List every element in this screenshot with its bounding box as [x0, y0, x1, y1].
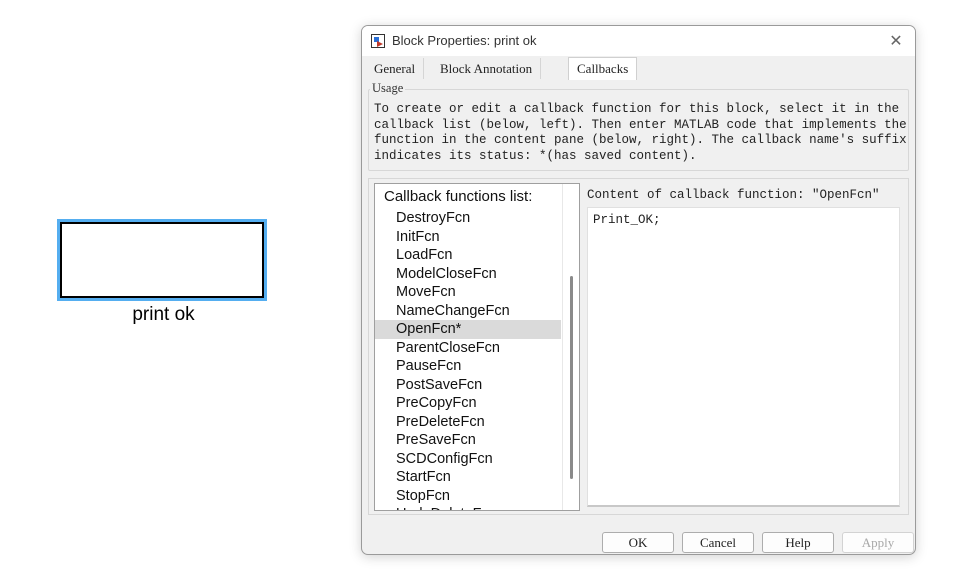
callback-content-editor[interactable]: Print_OK; [587, 207, 900, 507]
tab-general[interactable]: General [366, 58, 425, 79]
tab-callbacks[interactable]: Callbacks [568, 57, 638, 80]
callback-list-item[interactable]: DestroyFcn [375, 209, 561, 228]
close-icon[interactable]: ✕ [885, 30, 907, 52]
callback-list-item[interactable]: PreSaveFcn [375, 431, 561, 450]
callback-list-item[interactable]: LoadFcn [375, 246, 561, 265]
usage-legend: Usage [370, 81, 406, 96]
apply-button[interactable]: Apply [842, 532, 914, 553]
title-bar[interactable]: Block Properties: print ok ✕ [362, 26, 915, 56]
usage-description: To create or edit a callback function fo… [374, 102, 907, 163]
callback-list-item[interactable]: ParentCloseFcn [375, 339, 561, 358]
callback-list-header: Callback functions list: [384, 188, 533, 205]
block-name-label[interactable]: print ok [60, 304, 267, 326]
tab-block-annotation[interactable]: Block Annotation [432, 58, 542, 79]
callback-list-item[interactable]: PreDeleteFcn [375, 413, 561, 432]
dialog-title: Block Properties: print ok [392, 33, 537, 48]
content-pane-label: Content of callback function: "OpenFcn" [587, 188, 880, 202]
callback-list-item[interactable]: PauseFcn [375, 357, 561, 376]
callback-list-item[interactable]: OpenFcn* [375, 320, 561, 339]
callback-list-item[interactable]: MoveFcn [375, 283, 561, 302]
list-scrollbar[interactable] [562, 184, 579, 510]
callback-list-item[interactable]: UndoDeleteFcn [375, 505, 561, 510]
callback-list-item[interactable]: InitFcn [375, 228, 561, 247]
scrollbar-thumb[interactable] [570, 276, 573, 479]
callback-list-items: DestroyFcn InitFcn LoadFcn ModelCloseFcn Mov… [375, 209, 561, 510]
callback-code[interactable]: Print_OK; [593, 213, 661, 227]
callback-list-item[interactable]: ModelCloseFcn [375, 265, 561, 284]
simulink-app-icon [371, 34, 385, 48]
callback-list-item[interactable]: NameChangeFcn [375, 302, 561, 321]
callback-list-item[interactable]: StopFcn [375, 487, 561, 506]
help-button[interactable]: Help [762, 532, 834, 553]
callback-list-item[interactable]: StartFcn [375, 468, 561, 487]
callback-list-item[interactable]: SCDConfigFcn [375, 450, 561, 469]
callback-functions-list[interactable]: DestroyFcn InitFcn LoadFcn ModelCloseFcn Mov… [374, 183, 580, 511]
callback-list-item[interactable]: PostSaveFcn [375, 376, 561, 395]
block-properties-dialog: Block Properties: print ok ✕ General Blo… [361, 25, 916, 555]
callback-list-item[interactable]: PreCopyFcn [375, 394, 561, 413]
cancel-button[interactable]: Cancel [682, 532, 754, 553]
ok-button[interactable]: OK [602, 532, 674, 553]
subsystem-block[interactable] [57, 219, 267, 301]
